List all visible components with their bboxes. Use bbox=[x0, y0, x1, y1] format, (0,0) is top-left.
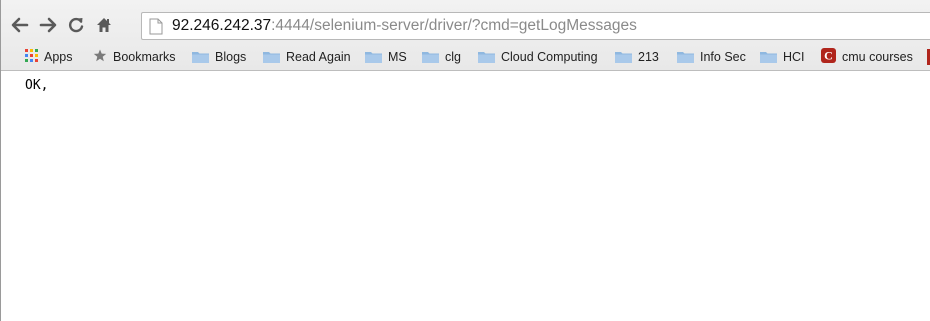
home-icon[interactable] bbox=[95, 15, 113, 35]
page-icon bbox=[149, 18, 163, 35]
bookmark-folder-ms[interactable]: MS bbox=[365, 47, 407, 67]
page-content: OK, bbox=[1, 72, 930, 321]
bookmark-folder-label: Blogs bbox=[215, 50, 247, 64]
bookmark-folder-cloud-computing[interactable]: Cloud Computing bbox=[478, 47, 598, 67]
star-icon bbox=[93, 49, 107, 65]
bookmark-bookmarks[interactable]: Bookmarks bbox=[93, 47, 176, 67]
address-bar[interactable]: 92.246.242.37:4444/selenium-server/drive… bbox=[141, 12, 930, 40]
bookmark-folder-label: Read Again bbox=[286, 50, 351, 64]
folder-icon bbox=[263, 51, 280, 63]
bookmark-cmu-label: cmu courses bbox=[842, 50, 913, 64]
folder-icon bbox=[677, 51, 694, 63]
bookmark-cmu-courses[interactable]: C cmu courses bbox=[821, 47, 913, 67]
apps-grid-icon bbox=[25, 49, 38, 65]
folder-icon bbox=[422, 51, 439, 63]
url-host: 92.246.242.37 bbox=[172, 17, 272, 34]
folder-icon bbox=[192, 51, 209, 63]
cmu-favicon-icon: C bbox=[821, 48, 836, 66]
bookmark-apps[interactable]: Apps bbox=[25, 47, 73, 67]
bookmark-folder-label: Info Sec bbox=[700, 50, 746, 64]
bookmark-folder-label: clg bbox=[445, 50, 461, 64]
browser-chrome: 92.246.242.37:4444/selenium-server/drive… bbox=[1, 0, 930, 71]
bookmark-folder-label: HCI bbox=[783, 50, 805, 64]
bookmark-folder-213[interactable]: 213 bbox=[615, 47, 659, 67]
bookmark-folder-hci[interactable]: HCI bbox=[760, 47, 805, 67]
bookmark-folder-clg[interactable]: clg bbox=[422, 47, 461, 67]
back-arrow-icon[interactable] bbox=[11, 15, 29, 35]
forward-arrow-icon[interactable] bbox=[39, 15, 57, 35]
response-text: OK, bbox=[25, 78, 49, 93]
bookmark-folder-info-sec[interactable]: Info Sec bbox=[677, 47, 746, 67]
folder-icon bbox=[615, 51, 632, 63]
url-path: :4444/selenium-server/driver/?cmd=getLog… bbox=[271, 17, 637, 34]
folder-icon bbox=[760, 51, 777, 63]
reload-icon[interactable] bbox=[67, 15, 85, 35]
bookmarks-bar: Apps Bookmarks Blogs Read Again MS clg C… bbox=[1, 46, 930, 68]
bookmark-apps-label: Apps bbox=[44, 50, 73, 64]
bookmark-bookmarks-label: Bookmarks bbox=[113, 50, 176, 64]
bookmark-folder-label: MS bbox=[388, 50, 407, 64]
bookmark-folder-blogs[interactable]: Blogs bbox=[192, 47, 246, 67]
browser-window: 92.246.242.37:4444/selenium-server/drive… bbox=[0, 0, 930, 321]
folder-icon bbox=[365, 51, 382, 63]
url-text: 92.246.242.37:4444/selenium-server/drive… bbox=[172, 17, 637, 35]
browser-toolbar: 92.246.242.37:4444/selenium-server/drive… bbox=[1, 10, 930, 44]
bookmark-folder-label: 213 bbox=[638, 50, 659, 64]
bookmark-folder-read-again[interactable]: Read Again bbox=[263, 47, 351, 67]
bookmark-folder-label: Cloud Computing bbox=[501, 50, 598, 64]
folder-icon bbox=[478, 51, 495, 63]
cmu-badge-letter: C bbox=[824, 49, 833, 63]
